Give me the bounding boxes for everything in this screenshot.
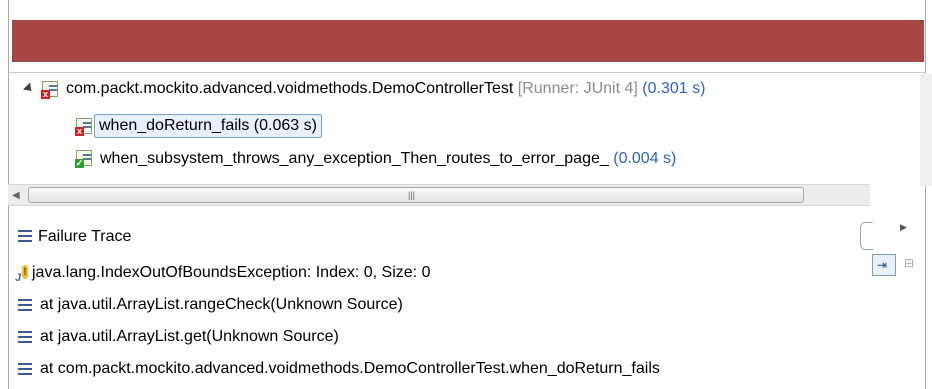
stack-frame-icon	[18, 299, 32, 311]
expand-triangle-icon[interactable]	[22, 82, 36, 95]
failure-trace-header: Failure Trace	[8, 222, 873, 252]
suite-runner: [Runner: JUnit 4]	[517, 80, 638, 97]
trace-text: at java.util.ArrayList.rangeCheck(Unknow…	[40, 296, 403, 313]
side-controls: ▶ ⇥ ⊟	[872, 212, 932, 292]
test-time: (0.004 s)	[613, 150, 677, 167]
test-tree[interactable]: x com.packt.mockito.advanced.voidmethods…	[8, 74, 918, 184]
failure-progress-bar	[12, 20, 924, 62]
suite-label: com.packt.mockito.advanced.voidmethods.D…	[66, 76, 705, 102]
scroll-left-icon[interactable]: ◀	[12, 190, 20, 201]
filter-stack-icon: ⇥	[877, 258, 888, 272]
scroll-right-icon[interactable]: ▶	[900, 222, 907, 233]
trace-text: java.lang.IndexOutOfBoundsException: Ind…	[32, 264, 431, 281]
suite-time: (0.301 s)	[642, 80, 706, 97]
failure-trace-title: Failure Trace	[38, 228, 132, 245]
stack-frame-icon	[18, 331, 32, 343]
failure-trace-icon	[18, 230, 32, 242]
test-name: when_subsystem_throws_any_exception_Then…	[100, 150, 609, 167]
divider	[8, 72, 926, 73]
test-label[interactable]: when_doReturn_fails (0.063 s)	[94, 114, 322, 138]
stack-frame-icon	[18, 363, 32, 375]
test-label[interactable]: when_subsystem_throws_any_exception_Then…	[100, 146, 676, 172]
grip-icon: |||	[408, 190, 416, 200]
test-suite-failed-icon: x	[40, 79, 60, 99]
test-passed-icon: ✓	[74, 148, 94, 168]
trace-text: at com.packt.mockito.advanced.voidmethod…	[40, 360, 660, 377]
suite-class-name: com.packt.mockito.advanced.voidmethods.D…	[66, 80, 514, 97]
compare-results-icon[interactable]: ⊟	[904, 256, 914, 270]
trace-text: at java.util.ArrayList.get(Unknown Sourc…	[40, 328, 339, 345]
tree-horizontal-scrollbar[interactable]: ◀ |||	[8, 184, 870, 206]
test-failed-icon: x	[74, 116, 94, 136]
tree-vertical-scrollbar[interactable]	[920, 74, 932, 186]
filter-stack-trace-button[interactable]: ⇥	[872, 254, 896, 276]
scrollbar-thumb[interactable]: |||	[28, 187, 804, 203]
exception-icon: J!	[15, 265, 28, 284]
